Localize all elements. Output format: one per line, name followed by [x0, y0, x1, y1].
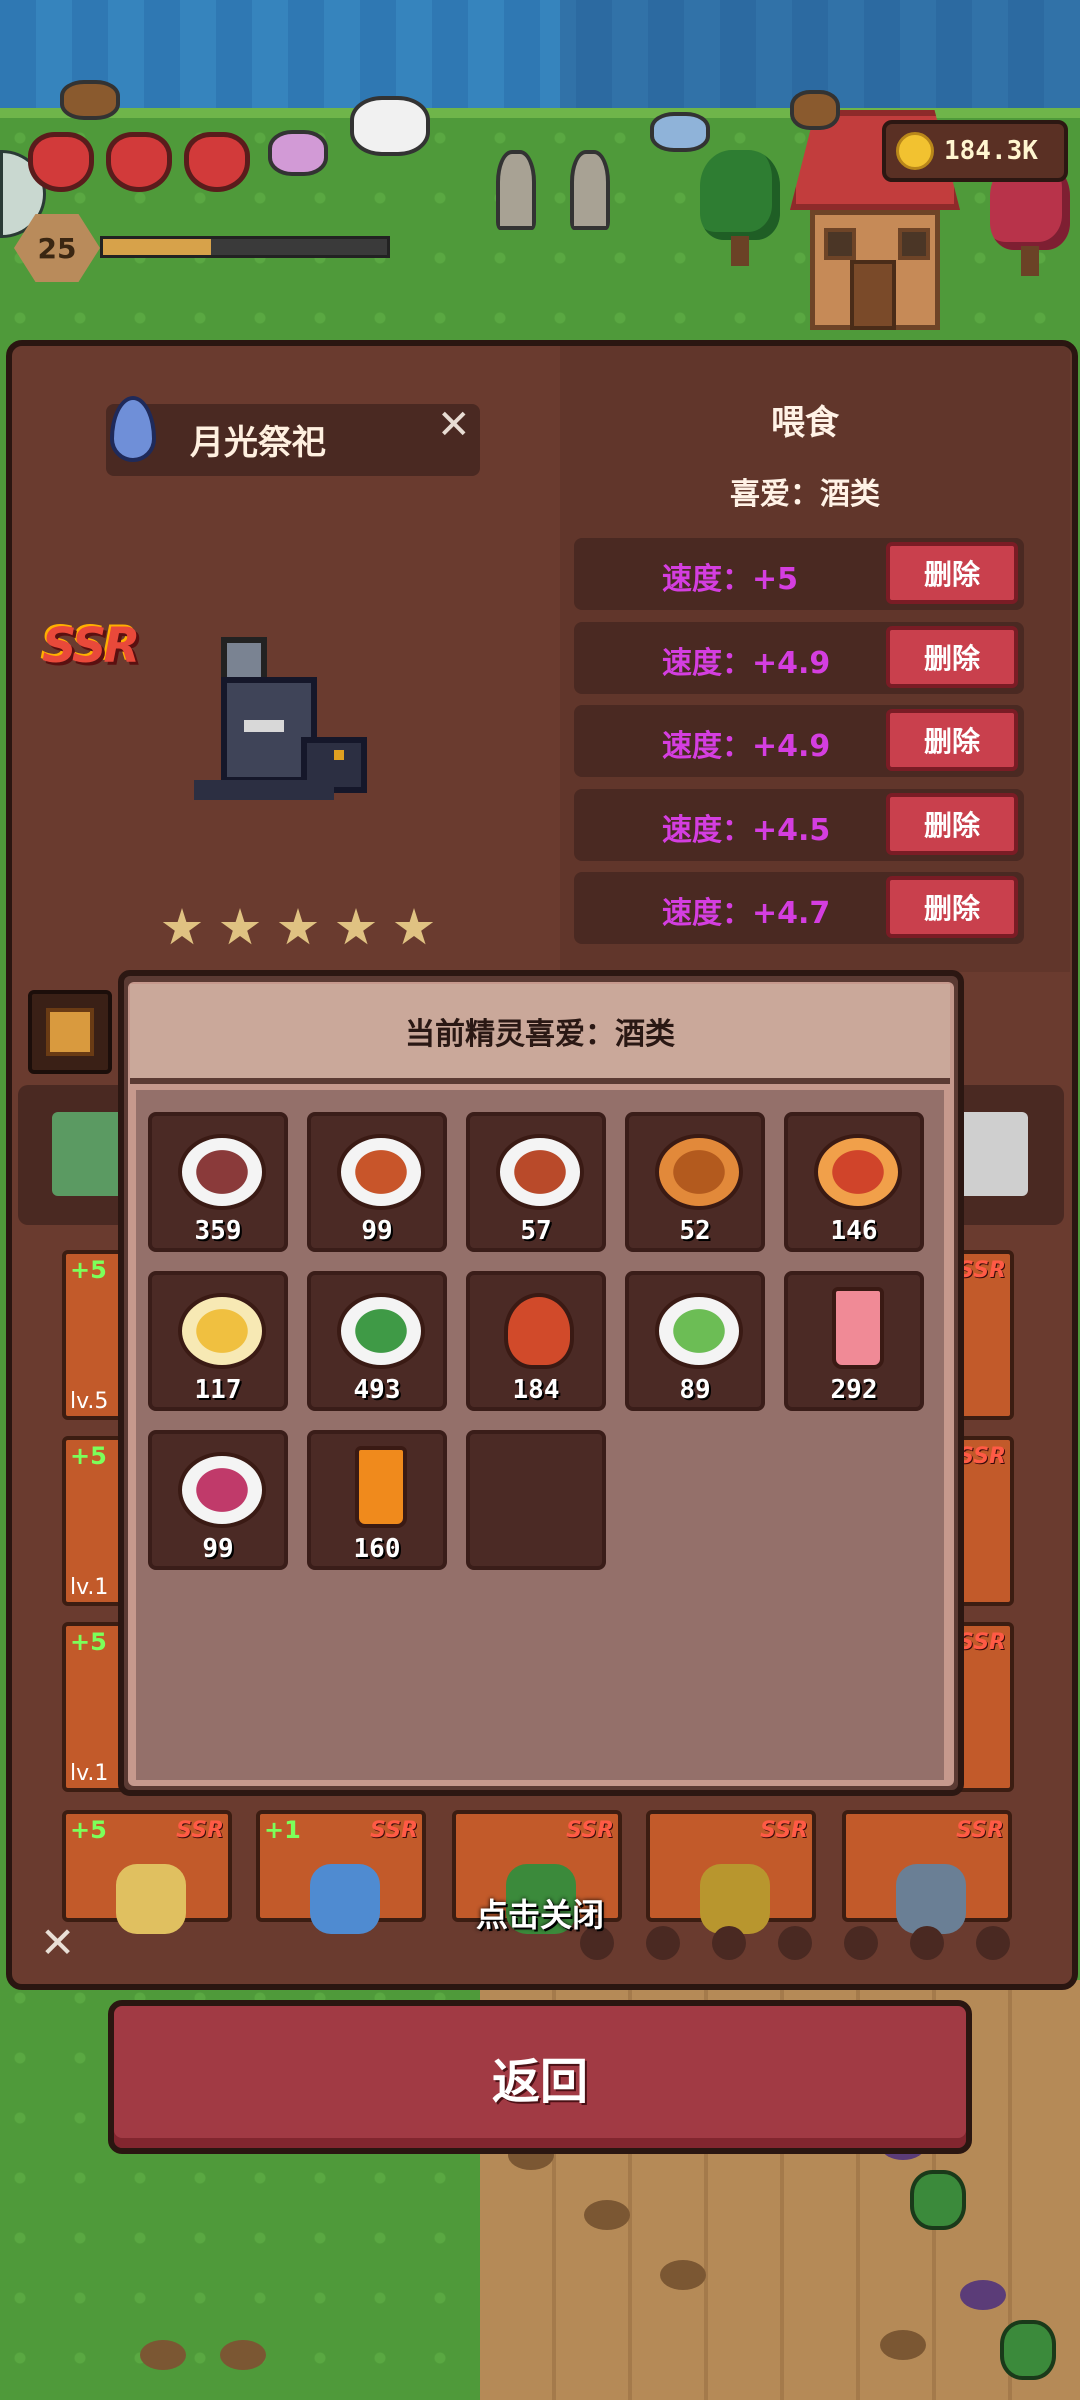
item-count: 493 — [353, 1375, 401, 1405]
orange-juice-icon — [355, 1446, 407, 1528]
star-rating — [162, 908, 434, 948]
item-count: 117 — [194, 1375, 242, 1405]
item-count: 184 — [512, 1375, 560, 1405]
food-slot[interactable]: 184 — [466, 1271, 606, 1411]
rarity-badge: SSR — [42, 618, 140, 674]
stew-icon — [496, 1134, 584, 1210]
star-icon — [162, 908, 202, 945]
star-icon — [220, 908, 260, 945]
item-count: 99 — [361, 1216, 393, 1246]
tree-icon — [700, 150, 780, 240]
pancake-icon — [655, 1134, 743, 1210]
food-slot[interactable]: 99 — [307, 1112, 447, 1252]
green-dish-icon — [655, 1293, 743, 1369]
star-icon — [394, 908, 434, 945]
food-slot[interactable]: 292 — [784, 1271, 924, 1411]
drumstick-icon — [504, 1293, 574, 1369]
book-icon[interactable] — [28, 990, 112, 1074]
coin-amount: 184.3K — [944, 136, 1038, 166]
food-slot[interactable]: 359 — [148, 1112, 288, 1252]
spirit-sprite — [194, 637, 367, 800]
goblin-icon — [910, 2170, 966, 2230]
favorite-food-label: 喜爱：酒类 — [730, 477, 880, 512]
coin-icon — [896, 132, 934, 170]
delete-button[interactable]: 删除 — [886, 542, 1018, 604]
heart-icon — [184, 132, 250, 192]
slime-icon — [650, 112, 710, 152]
star-icon — [336, 908, 376, 945]
modal-header: 当前精灵喜爱：酒类 — [130, 984, 950, 1084]
omelette-icon — [178, 1293, 266, 1369]
return-button[interactable]: 返回 — [108, 2000, 972, 2154]
statue-icon — [496, 150, 536, 230]
food-slot[interactable]: 160 — [307, 1430, 447, 1570]
stat-row: 速度：+4.9 删除 — [574, 705, 1024, 777]
item-count: 57 — [520, 1216, 552, 1246]
coin-counter: 184.3K — [882, 120, 1068, 182]
heart-icon — [28, 132, 94, 192]
heart-icon — [106, 132, 172, 192]
item-count: 52 — [679, 1216, 711, 1246]
pizza-icon — [814, 1134, 902, 1210]
stat-row: 速度：+5 删除 — [574, 538, 1024, 610]
item-count: 359 — [194, 1216, 242, 1246]
deer-icon — [790, 90, 840, 130]
item-count: 99 — [202, 1534, 234, 1564]
salad-icon — [337, 1293, 425, 1369]
stat-label: 速度：+4.5 — [662, 813, 831, 848]
empty-food-slot[interactable] — [466, 1430, 606, 1570]
xp-bar — [100, 236, 390, 258]
spirit-name: 月光祭祀 — [190, 423, 326, 463]
steak-icon — [178, 1134, 266, 1210]
food-slot[interactable]: 146 — [784, 1112, 924, 1252]
ribs-icon — [337, 1134, 425, 1210]
fruit-bowl-icon — [178, 1452, 266, 1528]
close-icon[interactable]: ✕ — [437, 402, 471, 448]
stat-label: 速度：+4.9 — [662, 646, 831, 681]
xp-bar-fill — [103, 239, 211, 255]
stat-label: 速度：+5 — [662, 562, 799, 597]
tap-to-close-hint[interactable]: 点击关闭 — [0, 1890, 1080, 1936]
stat-row: 速度：+4.7 删除 — [574, 872, 1024, 944]
stat-row: 速度：+4.9 删除 — [574, 622, 1024, 694]
stat-label: 速度：+4.7 — [662, 896, 831, 931]
food-slot[interactable]: 52 — [625, 1112, 765, 1252]
item-count: 160 — [353, 1534, 401, 1564]
feed-title: 喂食 — [771, 403, 839, 443]
pink-drink-icon — [832, 1287, 884, 1369]
delete-button[interactable]: 删除 — [886, 626, 1018, 688]
item-count: 89 — [679, 1375, 711, 1405]
food-slot[interactable]: 99 — [148, 1430, 288, 1570]
food-slot[interactable]: 117 — [148, 1271, 288, 1411]
food-slot[interactable]: 57 — [466, 1112, 606, 1252]
food-slot[interactable]: 493 — [307, 1271, 447, 1411]
delete-button[interactable]: 删除 — [886, 876, 1018, 938]
stat-label: 速度：+4.9 — [662, 729, 831, 764]
statue-icon — [570, 150, 610, 230]
pig-icon — [268, 130, 328, 176]
sheep-icon — [350, 96, 430, 156]
food-slot[interactable]: 89 — [625, 1271, 765, 1411]
delete-button[interactable]: 删除 — [886, 709, 1018, 771]
goblin-icon — [1000, 2320, 1056, 2380]
delete-button[interactable]: 删除 — [886, 793, 1018, 855]
item-count: 292 — [830, 1375, 878, 1405]
stat-row: 速度：+4.5 删除 — [574, 789, 1024, 861]
item-count: 146 — [830, 1216, 878, 1246]
deer-icon — [60, 80, 120, 120]
star-icon — [278, 908, 318, 945]
